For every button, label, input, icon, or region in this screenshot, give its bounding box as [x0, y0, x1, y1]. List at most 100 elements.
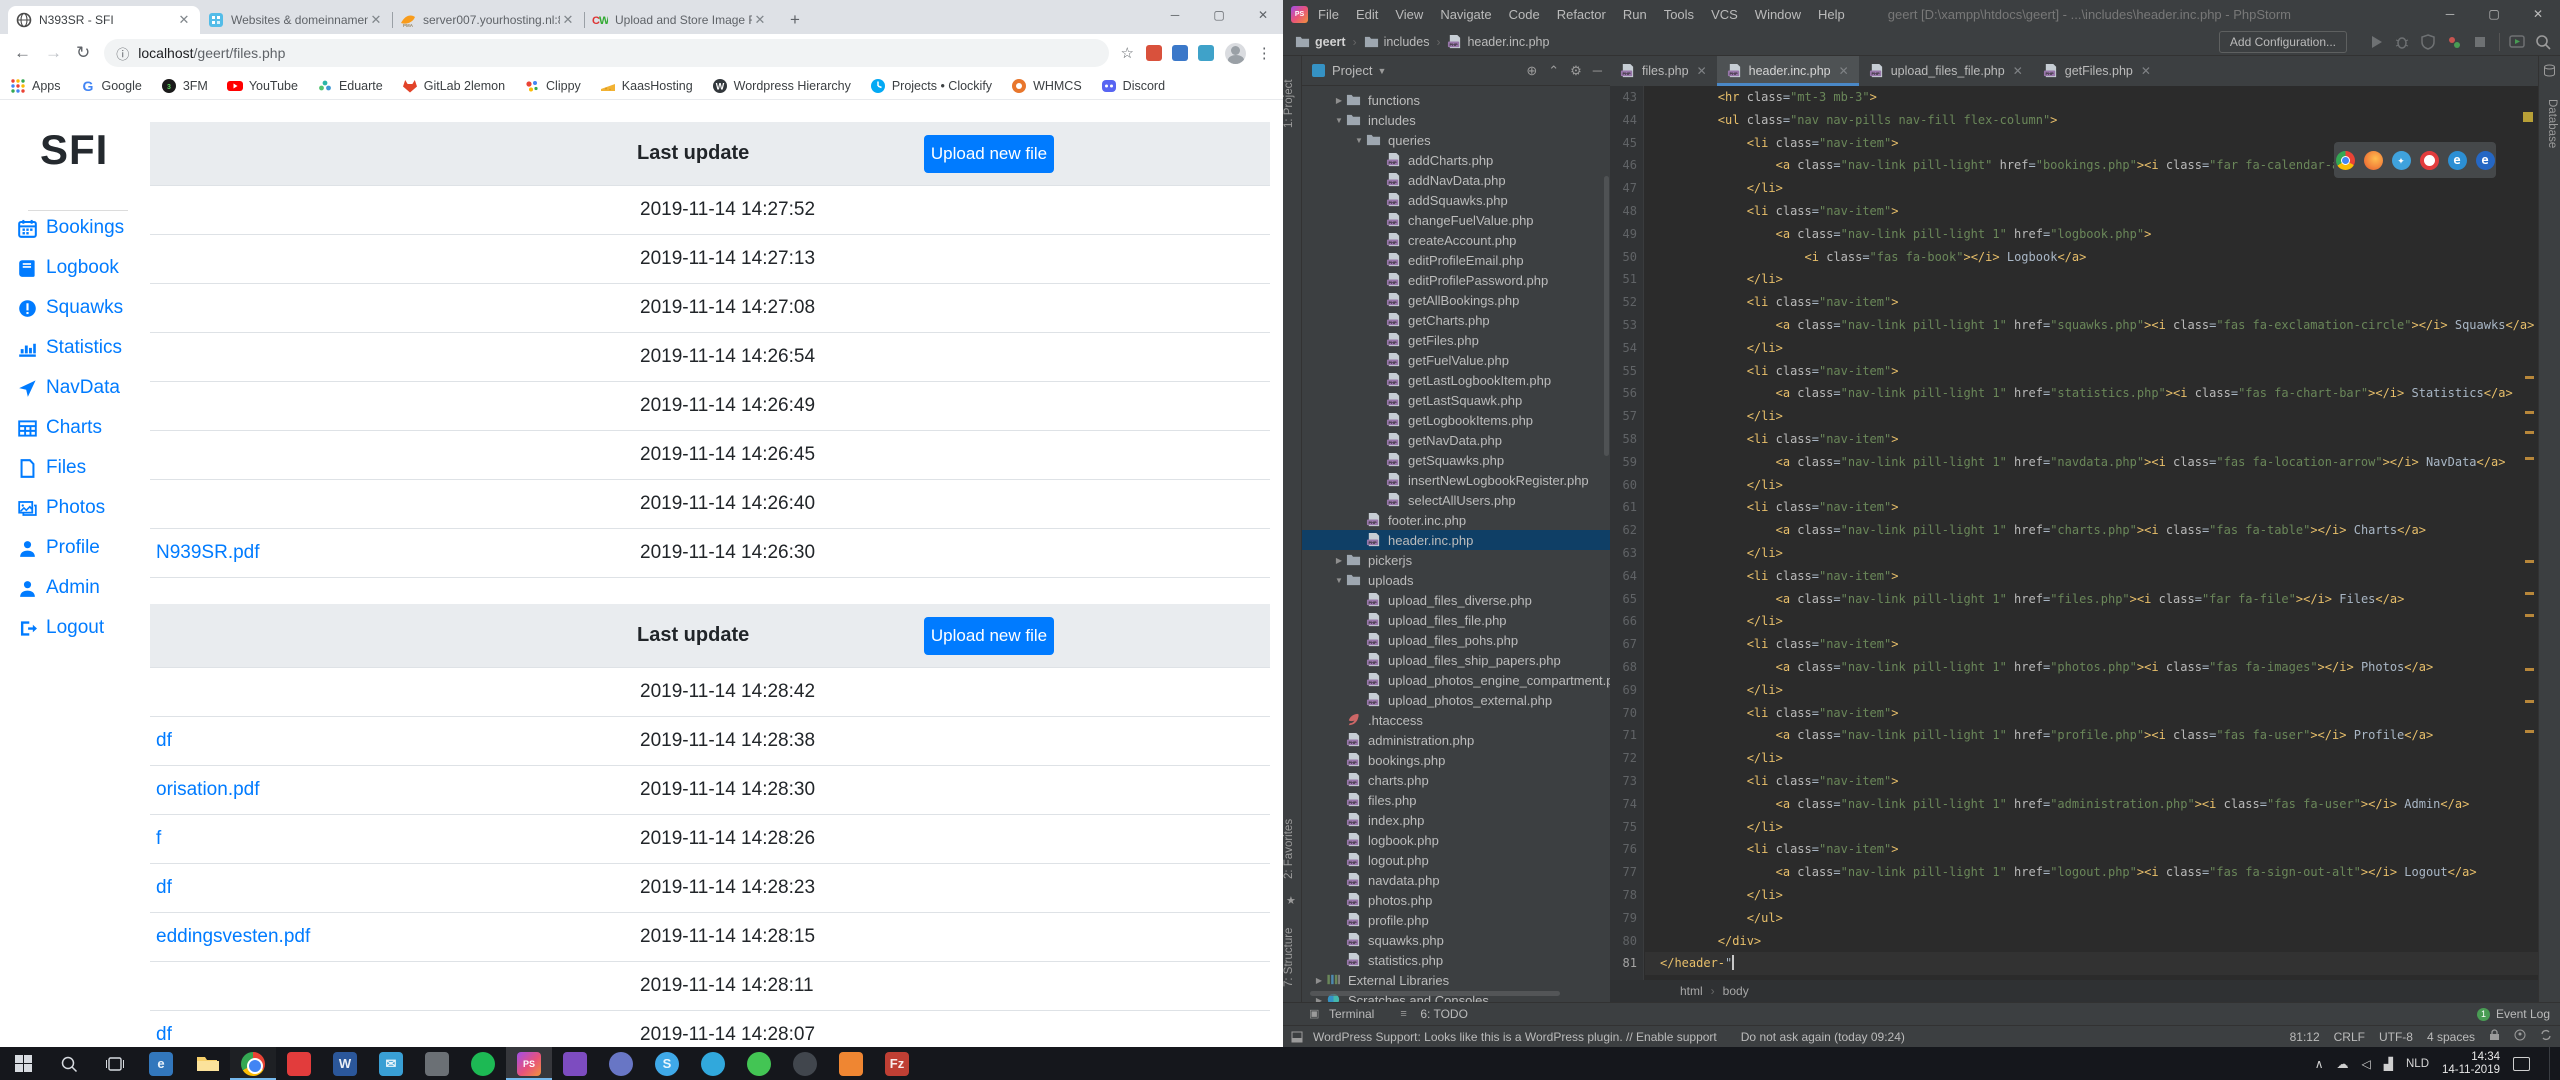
taskbar-app-discord[interactable]	[598, 1047, 644, 1080]
hide-panel-icon[interactable]: ─	[1593, 63, 1602, 79]
tree-arrow-icon[interactable]: ▶	[1332, 96, 1346, 105]
event-log-button[interactable]: 1 Event Log	[2477, 1007, 2550, 1021]
tree-item-getallbookings-php[interactable]: PHPgetAllBookings.php	[1302, 290, 1610, 310]
language-indicator[interactable]: NLD	[2406, 1058, 2429, 1070]
taskbar-app-spotify[interactable]	[460, 1047, 506, 1080]
sidebar-item-navdata[interactable]: NavData	[0, 368, 150, 408]
tree-item-statistics-php[interactable]: PHPstatistics.php	[1302, 950, 1610, 970]
sidebar-item-charts[interactable]: Charts	[0, 408, 150, 448]
menu-navigate[interactable]: Navigate	[1440, 7, 1491, 22]
crumb-body[interactable]: body	[1723, 984, 1749, 998]
tree-item-getfuelvalue-php[interactable]: PHPgetFuelValue.php	[1302, 350, 1610, 370]
tree-arrow-icon[interactable]: ▼	[1332, 576, 1346, 585]
extension-icon-3[interactable]	[1198, 45, 1214, 61]
action-center-icon[interactable]	[2513, 1057, 2530, 1071]
bookmark-star-icon[interactable]: ☆	[1118, 44, 1136, 62]
chrome-icon[interactable]	[2336, 151, 2355, 170]
tab-close-icon[interactable]: ✕	[2141, 64, 2151, 78]
browser-tab-server007-yourhosting-nl-8443-l[interactable]: PMAserver007.yourhosting.nl:8443 / l✕	[392, 6, 584, 34]
tree-item-bookings-php[interactable]: PHPbookings.php	[1302, 750, 1610, 770]
task-view-icon[interactable]	[92, 1047, 138, 1080]
tree-item-getlastlogbookitem-php[interactable]: PHPgetLastLogbookItem.php	[1302, 370, 1610, 390]
sync-icon[interactable]	[2540, 1029, 2552, 1044]
tool-tab-project[interactable]: 1: Project	[1283, 64, 1302, 144]
tree-item-getlastsquawk-php[interactable]: PHPgetLastSquawk.php	[1302, 390, 1610, 410]
tray-chevron-icon[interactable]: ∧	[2315, 1057, 2324, 1071]
tree-vertical-scrollbar[interactable]	[1604, 176, 1609, 456]
taskbar-app-chrome[interactable]	[230, 1047, 276, 1080]
bookmark-discord[interactable]: Discord	[1101, 78, 1165, 94]
tree-item-selectallusers-php[interactable]: PHPselectAllUsers.php	[1302, 490, 1610, 510]
tray-cloud-icon[interactable]: ☁	[2337, 1057, 2349, 1071]
bookmark-google[interactable]: GGoogle	[80, 78, 142, 94]
tree-item-logbook-php[interactable]: PHPlogbook.php	[1302, 830, 1610, 850]
extension-icon-1[interactable]	[1146, 45, 1162, 61]
tool-tab-database[interactable]: Database	[2539, 84, 2558, 164]
file-link[interactable]: N939SR.pdf	[156, 542, 260, 564]
taskbar-app-youtube-music[interactable]	[276, 1047, 322, 1080]
tree-item-getcharts-php[interactable]: PHPgetCharts.php	[1302, 310, 1610, 330]
file-link[interactable]: eddingsvesten.pdf	[156, 926, 310, 948]
show-desktop-button[interactable]	[2549, 1047, 2554, 1080]
run-icon[interactable]	[2367, 33, 2385, 51]
file-link[interactable]: df	[156, 730, 172, 752]
forward-icon[interactable]: →	[45, 43, 62, 63]
bookmark-clippy[interactable]: Clippy	[524, 78, 581, 94]
tree-item-squawks-php[interactable]: PHPsquawks.php	[1302, 930, 1610, 950]
upload-new-file-button[interactable]: Upload new file	[924, 135, 1054, 173]
taskbar-app-file-explorer[interactable]	[184, 1047, 230, 1080]
tree-item-htaccess[interactable]: .htaccess	[1302, 710, 1610, 730]
extension-icon-2[interactable]	[1172, 45, 1188, 61]
browser-tab-upload-and-store-image-file-in-d[interactable]: CWUpload and Store Image File in D✕	[584, 6, 776, 34]
tray-network-icon[interactable]: ▟	[2384, 1057, 2393, 1071]
tool-tab-structure[interactable]: 7: Structure	[1283, 916, 1302, 998]
taskbar-app-steam[interactable]	[782, 1047, 828, 1080]
tree-item-uploads[interactable]: ▼uploads	[1302, 570, 1610, 590]
bookmark-kaashosting[interactable]: KaasHosting	[600, 78, 693, 94]
tray-volume-icon[interactable]: ◁	[2362, 1057, 2371, 1071]
menu-refactor[interactable]: Refactor	[1557, 7, 1606, 22]
browser-tab-websites-domeinnamen-ples[interactable]: Websites & domeinnamen - Ples✕	[200, 6, 392, 34]
tree-item-pickerjs[interactable]: ▶pickerjs	[1302, 550, 1610, 570]
tree-horizontal-scrollbar[interactable]	[1310, 991, 1560, 996]
safari-icon[interactable]: ✦	[2392, 151, 2411, 170]
start-button[interactable]	[0, 1047, 46, 1080]
menu-tools[interactable]: Tools	[1664, 7, 1694, 22]
debug-icon[interactable]	[2393, 33, 2411, 51]
taskbar-app-whatsapp[interactable]	[736, 1047, 782, 1080]
browser-tab-n393sr-sfi[interactable]: N393SR - SFI✕	[8, 6, 200, 34]
sidebar-item-files[interactable]: Files	[0, 448, 150, 488]
coverage-icon[interactable]	[2419, 33, 2437, 51]
tab-close-icon[interactable]: ✕	[2013, 64, 2023, 78]
reload-icon[interactable]: ↻	[76, 43, 90, 63]
tree-item-external-libraries[interactable]: ▶External Libraries	[1302, 970, 1610, 990]
tree-item-administration-php[interactable]: PHPadministration.php	[1302, 730, 1610, 750]
tree-item-getfiles-php[interactable]: PHPgetFiles.php	[1302, 330, 1610, 350]
line-separator[interactable]: CRLF	[2334, 1030, 2365, 1044]
inspections-profile-icon[interactable]	[2514, 1029, 2526, 1044]
taskbar-search-icon[interactable]	[46, 1047, 92, 1080]
opera-icon[interactable]	[2420, 151, 2439, 170]
collapse-all-icon[interactable]: ⌃	[1548, 63, 1559, 79]
tree-item-profile-php[interactable]: PHPprofile.php	[1302, 910, 1610, 930]
browser-minimize-icon[interactable]: ─	[1155, 0, 1195, 30]
breadcrumb-project[interactable]: geert	[1295, 34, 1346, 49]
tree-item-getlogbookitems-php[interactable]: PHPgetLogbookItems.php	[1302, 410, 1610, 430]
tool-tab-terminal[interactable]: ▣ Terminal	[1309, 1007, 1374, 1021]
bookmark-eduarte[interactable]: Eduarte	[317, 78, 383, 94]
tree-arrow-icon[interactable]: ▼	[1332, 116, 1346, 125]
sidebar-item-bookings[interactable]: Bookings	[0, 208, 150, 248]
tab-close-icon[interactable]: ✕	[1697, 64, 1707, 78]
tab-close-icon[interactable]: ✕	[176, 12, 192, 28]
tree-item-upload-files-ship-papers-php[interactable]: PHPupload_files_ship_papers.php	[1302, 650, 1610, 670]
tree-item-addcharts-php[interactable]: PHPaddCharts.php	[1302, 150, 1610, 170]
bookmark-projects-clockify[interactable]: Projects • Clockify	[870, 78, 992, 94]
locate-file-icon[interactable]: ⊕	[1526, 63, 1537, 79]
menu-window[interactable]: Window	[1755, 7, 1801, 22]
taskbar-app-telegram[interactable]	[690, 1047, 736, 1080]
tree-item-addsquawks-php[interactable]: PHPaddSquawks.php	[1302, 190, 1610, 210]
tree-item-upload-files-file-php[interactable]: PHPupload_files_file.php	[1302, 610, 1610, 630]
ie-icon[interactable]: e	[2448, 151, 2467, 170]
tree-item-functions[interactable]: ▶functions	[1302, 90, 1610, 110]
tree-arrow-icon[interactable]: ▶	[1332, 556, 1346, 565]
